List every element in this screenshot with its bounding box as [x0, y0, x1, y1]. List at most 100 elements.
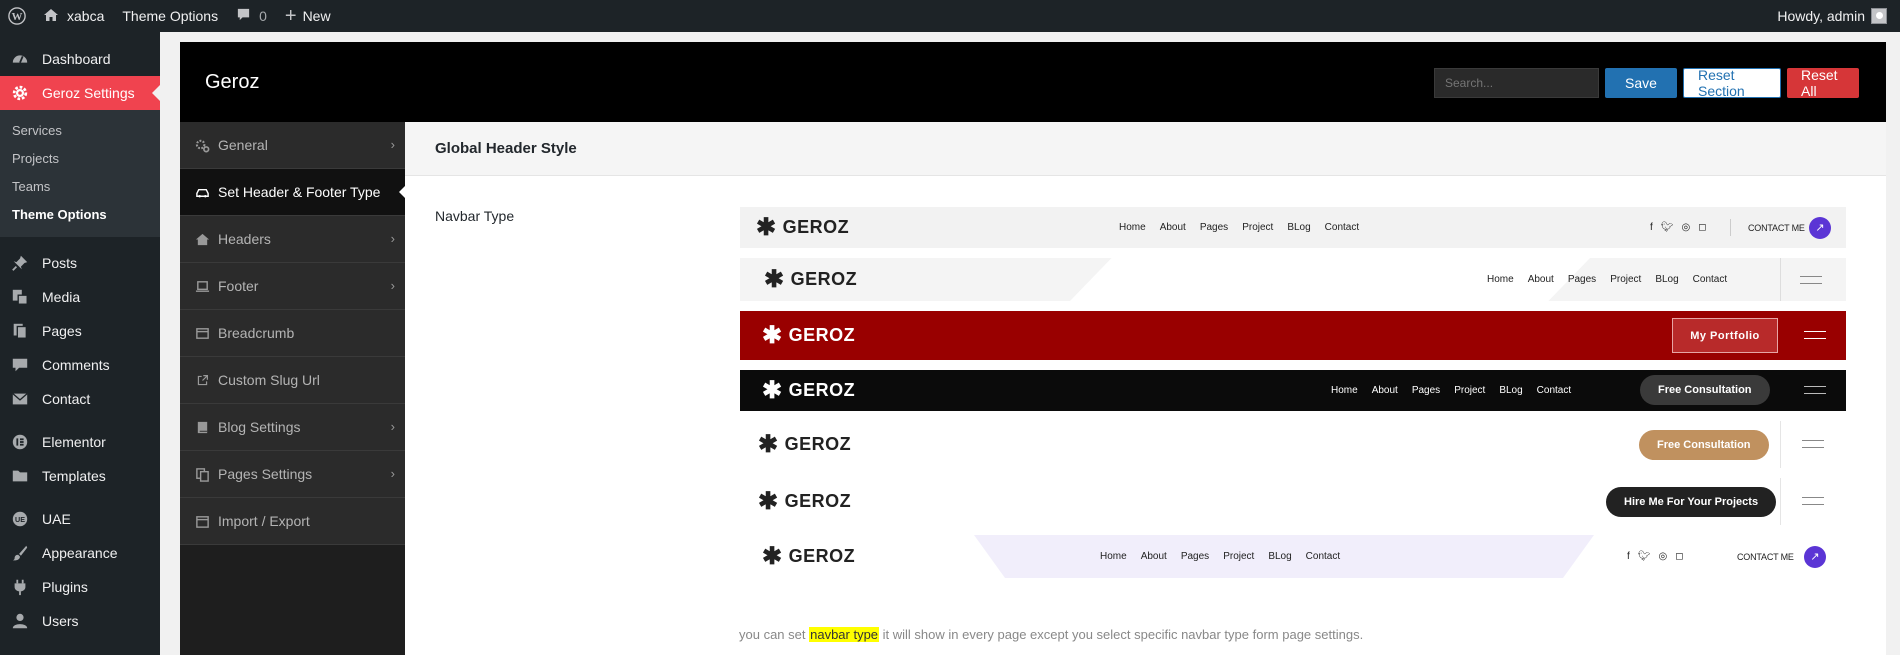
- nav-general[interactable]: General ›: [180, 122, 405, 169]
- options-nav: General › Set Header & Footer Type Heade…: [180, 122, 406, 655]
- link-pages: Pages: [1411, 385, 1441, 396]
- menu-uae[interactable]: UE UAE: [0, 502, 160, 536]
- divider: [1730, 219, 1731, 236]
- geroz-logo: ✱ GEROZ: [762, 544, 855, 569]
- menu-templates-label: Templates: [42, 468, 106, 484]
- comments-link[interactable]: 0: [227, 0, 276, 32]
- pages-icon: [10, 321, 30, 341]
- facebook-icon: f: [1650, 222, 1653, 233]
- link-project: Project: [1454, 385, 1486, 396]
- site-name-link[interactable]: xabca: [34, 0, 113, 32]
- divider: [1780, 258, 1781, 301]
- social-icons: f 🐦︎ ◎ ◻: [1627, 551, 1684, 562]
- plus-icon: +: [284, 5, 297, 27]
- paintbrush-icon: [10, 543, 30, 563]
- reset-all-button[interactable]: Reset All: [1787, 67, 1859, 99]
- geroz-logo: ✱ GEROZ: [762, 378, 856, 403]
- navbar-option-4[interactable]: ✱ GEROZ Home About Pages Project BLog Con…: [740, 370, 1846, 411]
- hire-me-button: Hire Me For Your Projects: [1606, 487, 1777, 517]
- nav-footer[interactable]: Footer ›: [180, 263, 405, 310]
- link-blog: BLog: [1268, 551, 1292, 562]
- copy-icon: [194, 466, 210, 482]
- nav-blog-settings[interactable]: Blog Settings ›: [180, 404, 405, 451]
- my-account-link[interactable]: Howdy, admin: [1768, 0, 1896, 32]
- external-link-icon: [194, 372, 210, 388]
- free-consultation-button: Free Consultation: [1639, 430, 1769, 460]
- nav-breadcrumb-label: Breadcrumb: [218, 325, 295, 341]
- nav-import-export[interactable]: Import / Export: [180, 498, 405, 545]
- logo-text: GEROZ: [788, 380, 856, 400]
- instagram-icon: ◻: [1675, 551, 1684, 562]
- menu-templates[interactable]: Templates: [0, 459, 160, 493]
- menu-dashboard[interactable]: Dashboard: [0, 42, 160, 76]
- navbar-option-1[interactable]: ✱ GEROZ Home About Pages Project BLog Con…: [740, 207, 1846, 248]
- admin-menu: Dashboard Geroz Settings Services Projec…: [0, 32, 160, 655]
- menu-users[interactable]: Users: [0, 604, 160, 638]
- chevron-right-icon: ›: [390, 231, 395, 246]
- menu-comments[interactable]: Comments: [0, 348, 160, 382]
- navbar-type-options: ✱ GEROZ Home About Pages Project BLog Con…: [740, 207, 1846, 588]
- menu-media[interactable]: Media: [0, 280, 160, 314]
- theme-options-panel: Geroz Save Reset Section Reset All Gener…: [180, 42, 1886, 655]
- my-portfolio-button: My Portfolio: [1672, 318, 1778, 353]
- elementor-icon: [10, 432, 30, 452]
- reset-section-button[interactable]: Reset Section: [1683, 67, 1781, 99]
- contact-me-label: CONTACT ME: [1737, 551, 1794, 562]
- link-blog: BLog: [1287, 222, 1311, 233]
- submenu-projects[interactable]: Projects: [0, 145, 160, 173]
- link-contact: Contact: [1692, 274, 1728, 285]
- nav-headers[interactable]: Headers ›: [180, 216, 405, 263]
- nav-import-export-label: Import / Export: [218, 513, 310, 529]
- arrow-up-right-icon: ↗: [1809, 216, 1831, 239]
- nav-breadcrumb[interactable]: Breadcrumb: [180, 310, 405, 357]
- gear-icon: [10, 83, 30, 103]
- menu-appearance[interactable]: Appearance: [0, 536, 160, 570]
- menu-contact[interactable]: Contact: [0, 382, 160, 416]
- link-about: About: [1371, 385, 1398, 396]
- menu-comments-label: Comments: [42, 357, 110, 373]
- menu-pages[interactable]: Pages: [0, 314, 160, 348]
- breadcrumb-icon: [194, 325, 210, 341]
- menu-elementor[interactable]: Elementor: [0, 425, 160, 459]
- nav-pages-settings[interactable]: Pages Settings ›: [180, 451, 405, 498]
- hint-text-before: you can set: [739, 627, 810, 642]
- submenu-services[interactable]: Services: [0, 117, 160, 145]
- chevron-right-icon: ›: [390, 278, 395, 293]
- new-label: New: [302, 8, 331, 24]
- hamburger-icon: [1804, 386, 1826, 394]
- nav-blog-settings-label: Blog Settings: [218, 419, 301, 435]
- logo-text: GEROZ: [790, 269, 858, 289]
- section-title: Global Header Style: [405, 122, 1886, 176]
- new-content-link[interactable]: + New: [276, 0, 340, 32]
- dribbble-icon: ◎: [1658, 551, 1668, 562]
- geroz-logo: ✱ GEROZ: [756, 215, 849, 240]
- chevron-right-icon: ›: [390, 466, 395, 481]
- save-button[interactable]: Save: [1605, 68, 1677, 98]
- menu-users-label: Users: [42, 613, 79, 629]
- home-icon: [43, 7, 59, 26]
- menu-geroz-settings[interactable]: Geroz Settings: [0, 76, 160, 110]
- navbar-option-5[interactable]: ✱ GEROZ Free Consultation: [740, 421, 1846, 468]
- menu-plugins[interactable]: Plugins: [0, 570, 160, 604]
- nav-custom-slug-url[interactable]: Custom Slug Url: [180, 357, 405, 404]
- navbar-option-6[interactable]: ✱ GEROZ Hire Me For Your Projects: [740, 478, 1846, 525]
- book-icon: [194, 419, 210, 435]
- link-contact: Contact: [1305, 551, 1341, 562]
- navbar-option-2[interactable]: ✱ GEROZ Home About Pages Project BLog Con…: [740, 258, 1846, 301]
- submenu-teams[interactable]: Teams: [0, 173, 160, 201]
- nav-set-header-footer-type[interactable]: Set Header & Footer Type: [180, 169, 406, 216]
- field-description: you can set navbar type it will show in …: [739, 627, 1363, 642]
- field-label-navbar-type: Navbar Type: [435, 208, 515, 224]
- wordpress-logo-icon[interactable]: W: [0, 0, 34, 32]
- free-consultation-button: Free Consultation: [1640, 375, 1770, 405]
- navbar-option-3[interactable]: ✱ GEROZ My Portfolio: [740, 311, 1846, 360]
- link-home: Home: [1100, 551, 1127, 562]
- navbar-option-7[interactable]: ✱ GEROZ Home About Pages Project BLog Con…: [740, 535, 1846, 578]
- options-search-input[interactable]: [1434, 68, 1599, 98]
- menu-posts[interactable]: Posts: [0, 246, 160, 280]
- menu-dashboard-label: Dashboard: [42, 51, 111, 67]
- asterisk-logo-icon: ✱: [758, 487, 779, 515]
- submenu-theme-options[interactable]: Theme Options: [0, 201, 160, 229]
- theme-options-link[interactable]: Theme Options: [113, 0, 227, 32]
- hint-highlight: navbar type: [809, 627, 880, 642]
